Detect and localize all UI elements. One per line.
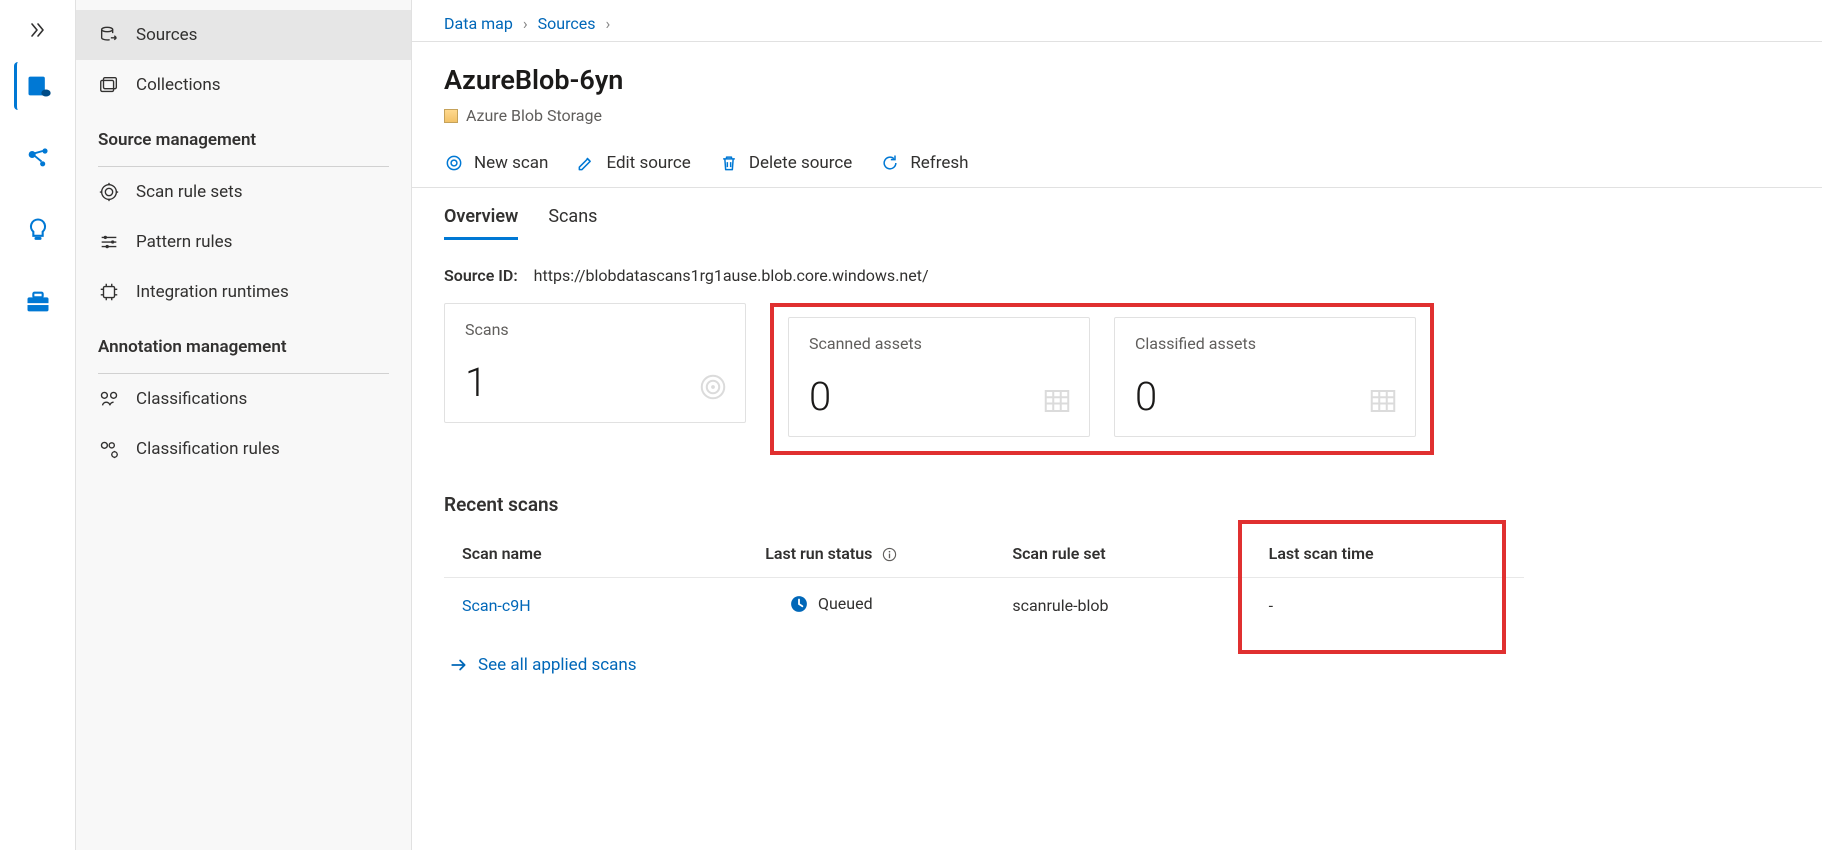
database-arrow-icon — [98, 24, 120, 46]
refresh-icon — [880, 153, 900, 173]
tags-gear-icon — [98, 438, 120, 460]
chip-icon — [98, 281, 120, 303]
insights-icon — [24, 144, 52, 172]
page-title: AzureBlob-6yn — [444, 64, 1790, 96]
col-scan-rule-set: Scan rule set — [994, 530, 1250, 578]
new-scan-button[interactable]: New scan — [444, 153, 548, 173]
sidebar-label: Classification rules — [136, 439, 280, 459]
delete-source-button[interactable]: Delete source — [719, 153, 852, 173]
col-scan-name: Scan name — [444, 530, 668, 578]
card-title: Scans — [465, 320, 725, 339]
info-icon[interactable] — [882, 547, 897, 562]
tags-icon — [98, 388, 120, 410]
sidebar-item-integration-runtimes[interactable]: Integration runtimes — [76, 267, 411, 317]
arrow-right-icon — [450, 656, 468, 674]
command-bar: New scan Edit source Delete source Refre… — [412, 139, 1822, 188]
scans-card[interactable]: Scans 1 — [444, 303, 746, 423]
col-last-run-status: Last run status — [668, 530, 994, 578]
scanned-assets-card[interactable]: Scanned assets 0 — [788, 317, 1090, 437]
edit-source-button[interactable]: Edit source — [576, 153, 690, 173]
see-all-label: See all applied scans — [478, 655, 637, 675]
rail-item-bulb[interactable] — [14, 206, 62, 254]
toolbox-icon — [24, 288, 52, 316]
sidebar-item-scan-rule-sets[interactable]: Scan rule sets — [76, 167, 411, 217]
cmd-label: New scan — [474, 153, 548, 173]
rail-item-data-map[interactable] — [14, 62, 62, 110]
chevron-right-double-icon — [30, 22, 46, 38]
main-content: Data map › Sources › AzureBlob-6yn Azure… — [412, 0, 1822, 850]
refresh-button[interactable]: Refresh — [880, 153, 968, 173]
sidebar-section-annotation-mgmt: Annotation management — [76, 317, 411, 367]
card-title: Classified assets — [1135, 334, 1395, 353]
data-map-icon — [25, 72, 53, 100]
see-all-scans-link[interactable]: See all applied scans — [444, 633, 1790, 697]
bulb-icon — [24, 216, 52, 244]
sliders-icon — [98, 231, 120, 253]
cmd-label: Edit source — [606, 153, 690, 173]
stat-cards-row: Scans 1 Scanned assets 0 Classified asse… — [444, 303, 1790, 455]
sidebar-item-classification-rules[interactable]: Classification rules — [76, 424, 411, 474]
collections-icon — [98, 74, 120, 96]
target-icon — [98, 181, 120, 203]
sidebar-label: Collections — [136, 75, 221, 95]
breadcrumb: Data map › Sources › — [444, 0, 1790, 41]
sidebar-label: Scan rule sets — [136, 182, 242, 202]
sidebar-label: Sources — [136, 25, 197, 45]
clock-icon — [790, 595, 808, 613]
table-header-row: Scan name Last run status Scan rule set … — [444, 530, 1524, 578]
pencil-icon — [576, 153, 596, 173]
card-value: 0 — [1135, 373, 1395, 420]
sidebar-section-source-mgmt: Source management — [76, 110, 411, 160]
rail-item-toolbox[interactable] — [14, 278, 62, 326]
sidebar-item-sources[interactable]: Sources — [76, 10, 411, 60]
classified-assets-card[interactable]: Classified assets 0 — [1114, 317, 1416, 437]
recent-scans-heading: Recent scans — [444, 455, 1790, 530]
highlighted-assets-box: Scanned assets 0 Classified assets 0 — [770, 303, 1434, 455]
blob-storage-icon — [444, 109, 458, 123]
sidebar-label: Integration runtimes — [136, 282, 289, 302]
nav-rail — [0, 0, 76, 850]
sidebar-item-classifications[interactable]: Classifications — [76, 374, 411, 424]
sidebar-label: Pattern rules — [136, 232, 232, 252]
sidebar-item-pattern-rules[interactable]: Pattern rules — [76, 217, 411, 267]
sidebar-label: Classifications — [136, 389, 247, 409]
target-icon — [697, 372, 729, 402]
sidebar: Sources Collections Source management Sc… — [76, 0, 412, 850]
source-id-label: Source ID: — [444, 266, 518, 285]
rule-set-value: scanrule-blob — [1012, 596, 1108, 615]
source-id-row: Source ID: https://blobdatascans1rg1ause… — [444, 240, 1790, 303]
rail-item-insights[interactable] — [14, 134, 62, 182]
cmd-label: Refresh — [910, 153, 968, 173]
breadcrumb-link-data-map[interactable]: Data map — [444, 14, 513, 33]
trash-icon — [719, 153, 739, 173]
tab-scans[interactable]: Scans — [548, 206, 597, 240]
cmd-label: Delete source — [749, 153, 852, 173]
tabs: Overview Scans — [444, 188, 1790, 240]
source-id-value: https://blobdatascans1rg1ause.blob.core.… — [534, 266, 929, 285]
tab-overview[interactable]: Overview — [444, 206, 518, 240]
breadcrumb-link-sources[interactable]: Sources — [538, 14, 596, 33]
sidebar-item-collections[interactable]: Collections — [76, 60, 411, 110]
grid-icon — [1041, 386, 1073, 416]
expand-rail-button[interactable] — [0, 10, 75, 50]
table-row: Scan-c9H Queued scanrule-blob - — [444, 578, 1524, 633]
chevron-right-icon: › — [523, 14, 528, 33]
card-value: 1 — [465, 359, 725, 406]
chevron-right-icon: › — [605, 14, 610, 33]
card-value: 0 — [809, 373, 1069, 420]
status-text: Queued — [818, 594, 873, 613]
card-title: Scanned assets — [809, 334, 1069, 353]
last-time-value: - — [1269, 596, 1273, 615]
col-last-scan-time: Last scan time — [1251, 530, 1524, 578]
recent-scans-table: Scan name Last run status Scan rule set … — [444, 530, 1524, 633]
grid-icon — [1367, 386, 1399, 416]
scan-name-link[interactable]: Scan-c9H — [462, 596, 531, 615]
source-type-label: Azure Blob Storage — [466, 106, 602, 125]
page-header: AzureBlob-6yn Azure Blob Storage — [444, 42, 1790, 139]
target-plus-icon — [444, 153, 464, 173]
